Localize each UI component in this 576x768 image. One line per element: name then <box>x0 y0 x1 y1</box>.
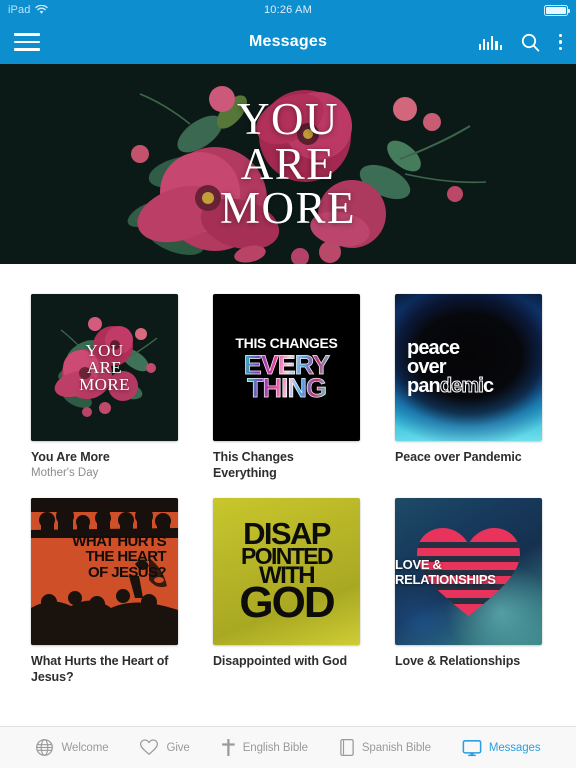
tab-label: Spanish Bible <box>361 741 431 754</box>
tab-welcome[interactable]: Welcome <box>35 738 109 757</box>
monitor-icon <box>462 739 482 756</box>
app-root: iPad 10:26 AM Messages YOU ARE MORE YOU … <box>0 0 576 768</box>
status-bar-clock: 10:26 AM <box>263 4 313 16</box>
series-card-subtitle: Mother's Day <box>31 467 99 479</box>
series-thumbnail-peace-over-pandemic[interactable]: peace over pandemic <box>395 294 542 441</box>
thumb-line-1: WHAT HURTS <box>72 533 166 550</box>
thumb-title-text: DISAP POINTED WITH GOD <box>213 498 360 645</box>
battery-full-icon <box>544 4 571 16</box>
thumb-line-3: MORE <box>79 375 130 394</box>
cross-icon <box>221 739 235 756</box>
series-card-title: Peace over Pandemic <box>395 450 522 464</box>
tab-label: English Bible <box>242 741 308 754</box>
thumb-title-text: LOVE & RELATIONSHIPS <box>395 498 542 645</box>
tab-give[interactable]: Give <box>139 738 190 757</box>
navigation-bar: Messages <box>0 20 576 64</box>
bottom-tab-bar: Welcome Give English Bible Spanish Bible <box>0 726 576 768</box>
thumb-title-text: YOU ARE MORE <box>31 294 178 441</box>
hero-line-3: MORE <box>219 183 356 234</box>
series-thumbnail-this-changes-everything[interactable]: THIS CHANGES EVERY THING <box>213 294 360 441</box>
audio-equalizer-icon[interactable] <box>478 35 502 50</box>
series-thumbnail-love-and-relationships[interactable]: LOVE & RELATIONSHIPS <box>395 498 542 645</box>
thumb-title-text: WHAT HURTS THE HEART OF JESUS? <box>31 534 178 580</box>
hero-title-text: YOU ARE MORE <box>0 64 576 264</box>
featured-series-banner[interactable]: YOU ARE MORE <box>0 64 576 264</box>
search-icon[interactable] <box>521 33 540 52</box>
series-card[interactable]: WHAT HURTS THE HEART OF JESUS? What Hurt… <box>31 498 178 685</box>
thumb-line-4: GOD <box>239 578 335 628</box>
series-card[interactable]: DISAP POINTED WITH GOD Disappointed with… <box>213 498 360 685</box>
thumb-line-2: THE HEART <box>85 548 167 566</box>
series-card[interactable]: YOU ARE MORE You Are More Mother's Day <box>31 294 178 481</box>
hamburger-menu-icon[interactable] <box>14 32 40 52</box>
series-card-title: What Hurts the Heart of Jesus? <box>31 654 169 684</box>
series-grid: YOU ARE MORE You Are More Mother's Day T… <box>31 294 545 685</box>
status-bar-right <box>544 4 571 16</box>
book-icon <box>340 738 354 757</box>
globe-icon <box>36 739 54 756</box>
series-card[interactable]: peace over pandemic Peace over Pandemic <box>395 294 542 481</box>
series-grid-container: YOU ARE MORE You Are More Mother's Day T… <box>0 264 576 726</box>
hero-line-2: ARE <box>240 138 336 189</box>
tab-messages[interactable]: Messages <box>462 739 541 757</box>
thumb-line-3: THING <box>247 372 328 403</box>
thumb-line-1: YOU <box>85 341 124 360</box>
series-card[interactable]: THIS CHANGES EVERY THING This Changes Ev… <box>213 294 360 481</box>
series-card-title: You Are More <box>31 450 110 464</box>
tab-english-bible[interactable]: English Bible <box>221 738 308 757</box>
status-bar: iPad 10:26 AM <box>0 0 576 20</box>
thumb-line-3: pandemic <box>407 374 494 397</box>
hero-line-1: YOU <box>237 94 339 145</box>
thumb-line-1: THIS CHANGES <box>235 334 338 351</box>
navigation-actions <box>478 33 562 52</box>
series-thumbnail-what-hurts-heart-of-jesus[interactable]: WHAT HURTS THE HEART OF JESUS? <box>31 498 178 645</box>
series-card-title: This Changes Everything <box>213 450 294 480</box>
series-thumbnail-you-are-more[interactable]: YOU ARE MORE <box>31 294 178 441</box>
series-card-title: Disappointed with God <box>213 654 348 668</box>
overflow-menu-icon[interactable] <box>558 34 562 50</box>
heart-icon <box>140 739 159 755</box>
series-card-title: Love & Relationships <box>395 654 521 668</box>
tab-label: Welcome <box>61 741 109 754</box>
series-thumbnail-disappointed-with-god[interactable]: DISAP POINTED WITH GOD <box>213 498 360 645</box>
thumb-line-2: ARE <box>86 358 123 377</box>
tab-spanish-bible[interactable]: Spanish Bible <box>339 738 431 757</box>
tab-label: Messages <box>488 741 541 754</box>
thumb-title-text: peace over pandemic <box>395 294 542 441</box>
series-card[interactable]: LOVE & RELATIONSHIPS Love & Relationship… <box>395 498 542 685</box>
tab-label: Give <box>166 741 190 754</box>
thumb-line-3: OF JESUS? <box>88 563 167 581</box>
thumb-line-1: LOVE & RELATIONSHIPS <box>395 556 496 587</box>
